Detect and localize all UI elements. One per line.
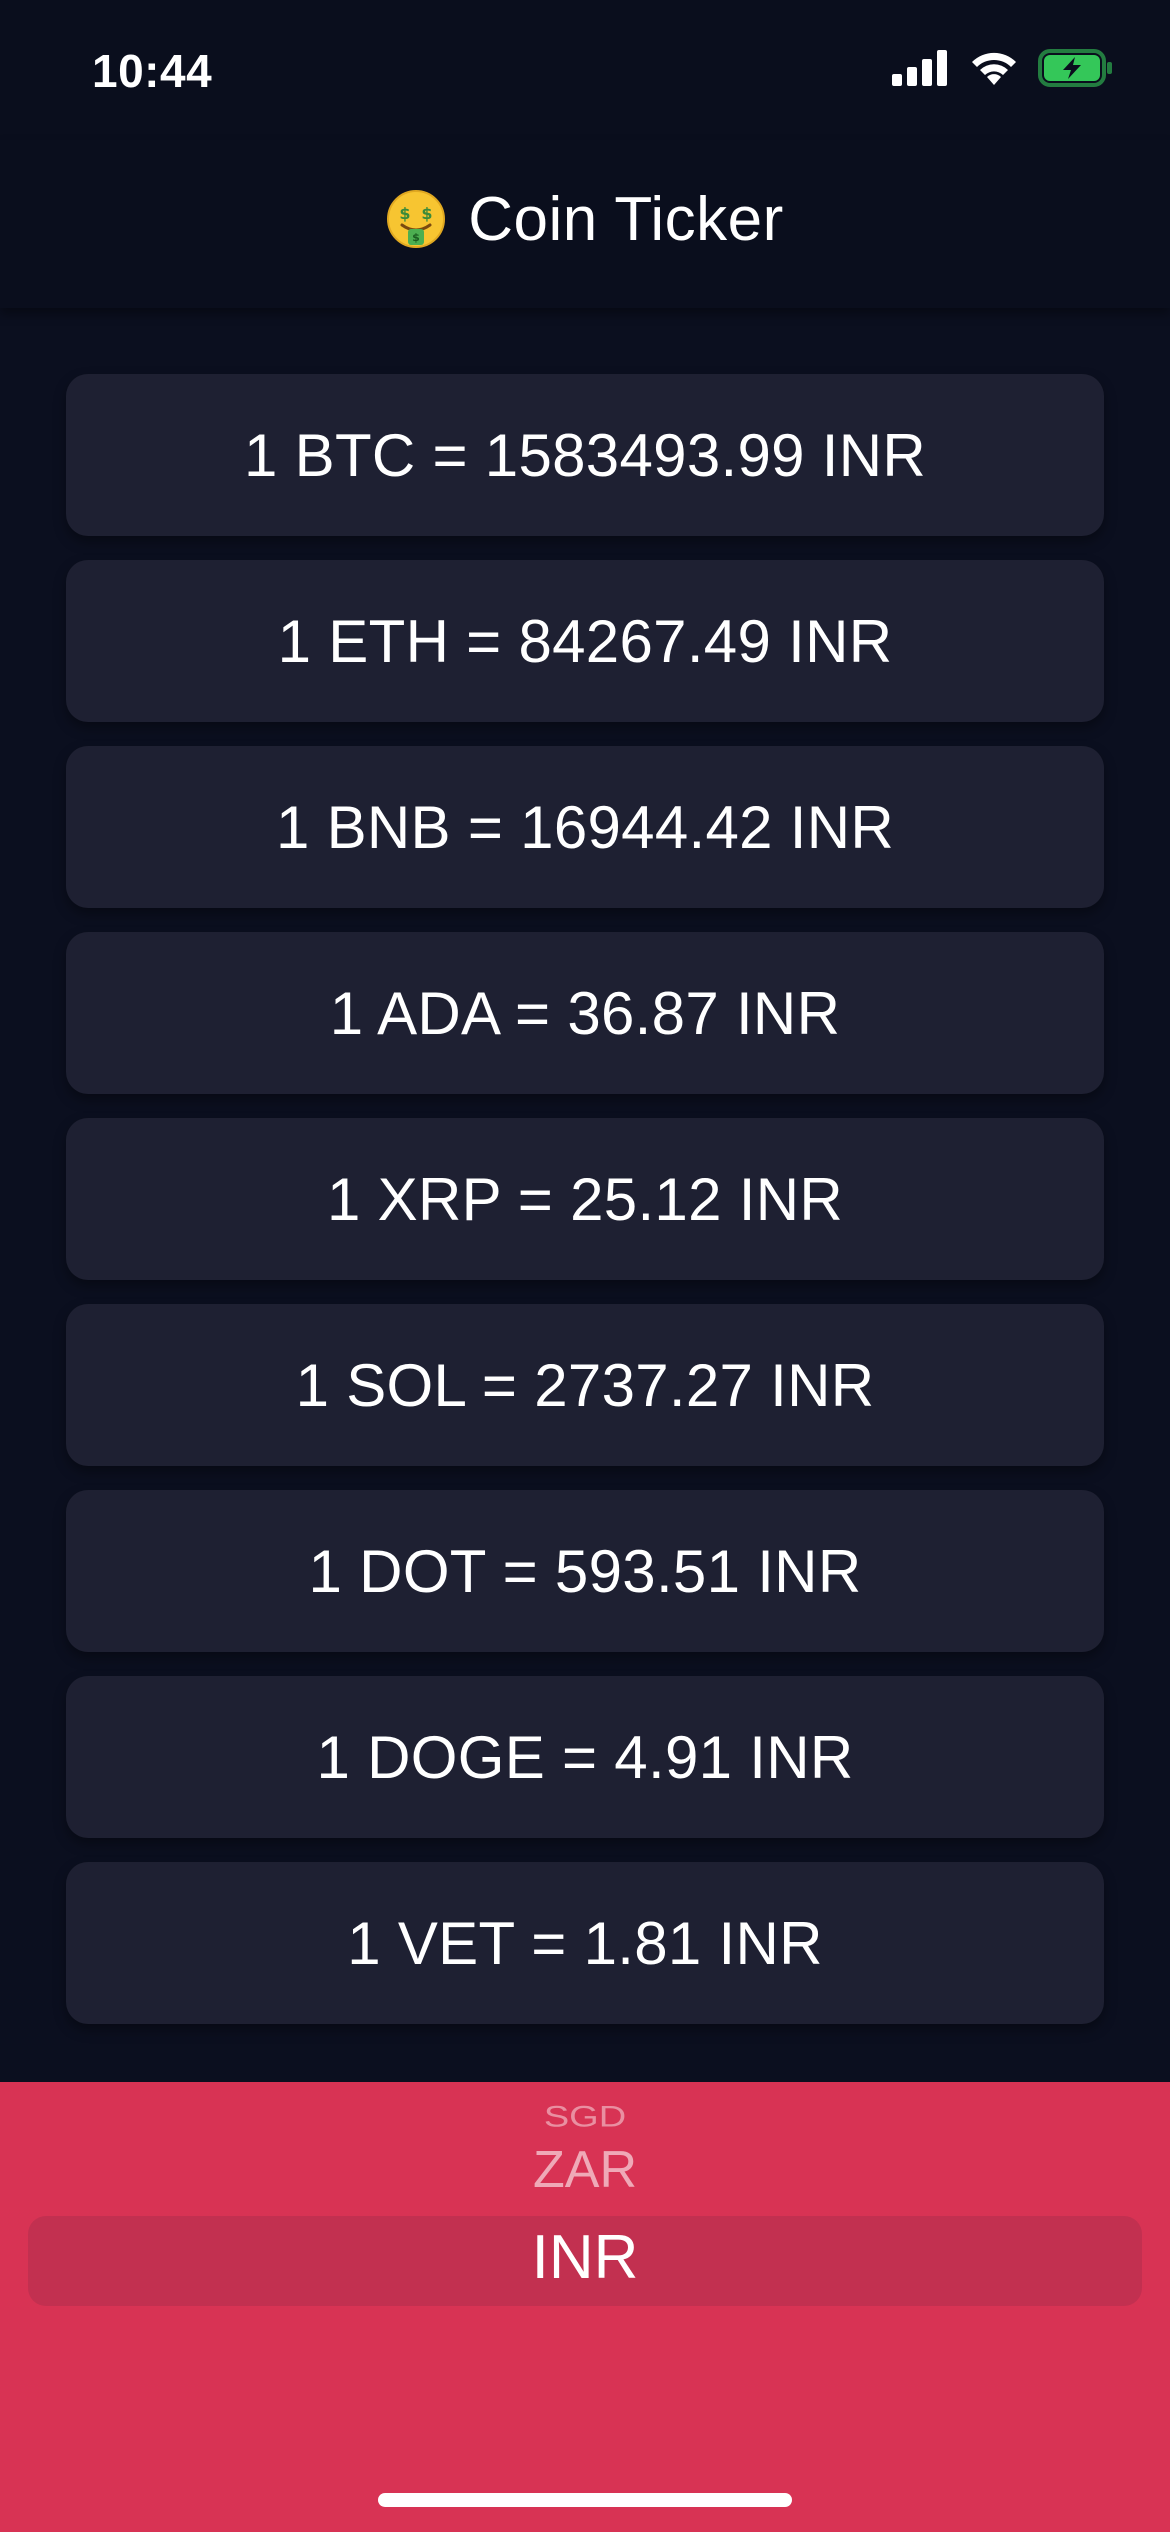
rate-text: 1 BTC = 1583493.99 INR	[243, 421, 926, 489]
svg-text:$: $	[400, 204, 411, 223]
rate-card-dot: 1 DOT = 593.51 INR	[66, 1490, 1104, 1652]
rate-text: 1 ETH = 84267.49 INR	[277, 607, 893, 675]
rate-card-eth: 1 ETH = 84267.49 INR	[66, 560, 1104, 722]
home-indicator[interactable]	[378, 2493, 792, 2507]
rate-text: 1 VET = 1.81 INR	[347, 1909, 823, 1977]
battery-charging-icon	[1038, 48, 1114, 93]
currency-picker[interactable]: SGD ZAR INR	[0, 2082, 1170, 2532]
picker-selected-option[interactable]: INR	[0, 2222, 1170, 2293]
rate-text: 1 XRP = 25.12 INR	[327, 1165, 843, 1233]
svg-text:$: $	[422, 204, 433, 223]
svg-text:$: $	[412, 231, 420, 244]
status-time: 10:44	[92, 45, 213, 97]
wifi-icon	[968, 49, 1020, 92]
rate-text: 1 SOL = 2737.27 INR	[295, 1351, 875, 1419]
picker-option[interactable]: ZAR	[0, 2140, 1170, 2200]
app-header: $ $ $ Coin Ticker	[0, 140, 1170, 308]
status-bar: 10:44	[0, 0, 1170, 140]
rate-card-xrp: 1 XRP = 25.12 INR	[66, 1118, 1104, 1280]
rate-text: 1 DOGE = 4.91 INR	[316, 1723, 854, 1791]
rate-text: 1 ADA = 36.87 INR	[329, 979, 841, 1047]
money-mouth-face-icon: $ $ $	[386, 189, 446, 249]
rate-card-ada: 1 ADA = 36.87 INR	[66, 932, 1104, 1094]
rate-text: 1 BNB = 16944.42 INR	[275, 793, 895, 861]
rate-card-sol: 1 SOL = 2737.27 INR	[66, 1304, 1104, 1466]
header-title-group: $ $ $ Coin Ticker	[386, 184, 784, 255]
app-title: Coin Ticker	[468, 184, 784, 254]
rate-card-doge: 1 DOGE = 4.91 INR	[66, 1676, 1104, 1838]
rate-card-vet: 1 VET = 1.81 INR	[66, 1862, 1104, 2024]
rate-card-btc: 1 BTC = 1583493.99 INR	[66, 374, 1104, 536]
picker-option[interactable]: SGD	[0, 2101, 1170, 2135]
cellular-signal-icon	[892, 50, 950, 91]
status-icons	[892, 48, 1114, 93]
rate-card-bnb: 1 BNB = 16944.42 INR	[66, 746, 1104, 908]
rate-text: 1 DOT = 593.51 INR	[308, 1537, 862, 1605]
rates-list: 1 BTC = 1583493.99 INR 1 ETH = 84267.49 …	[66, 374, 1104, 2048]
